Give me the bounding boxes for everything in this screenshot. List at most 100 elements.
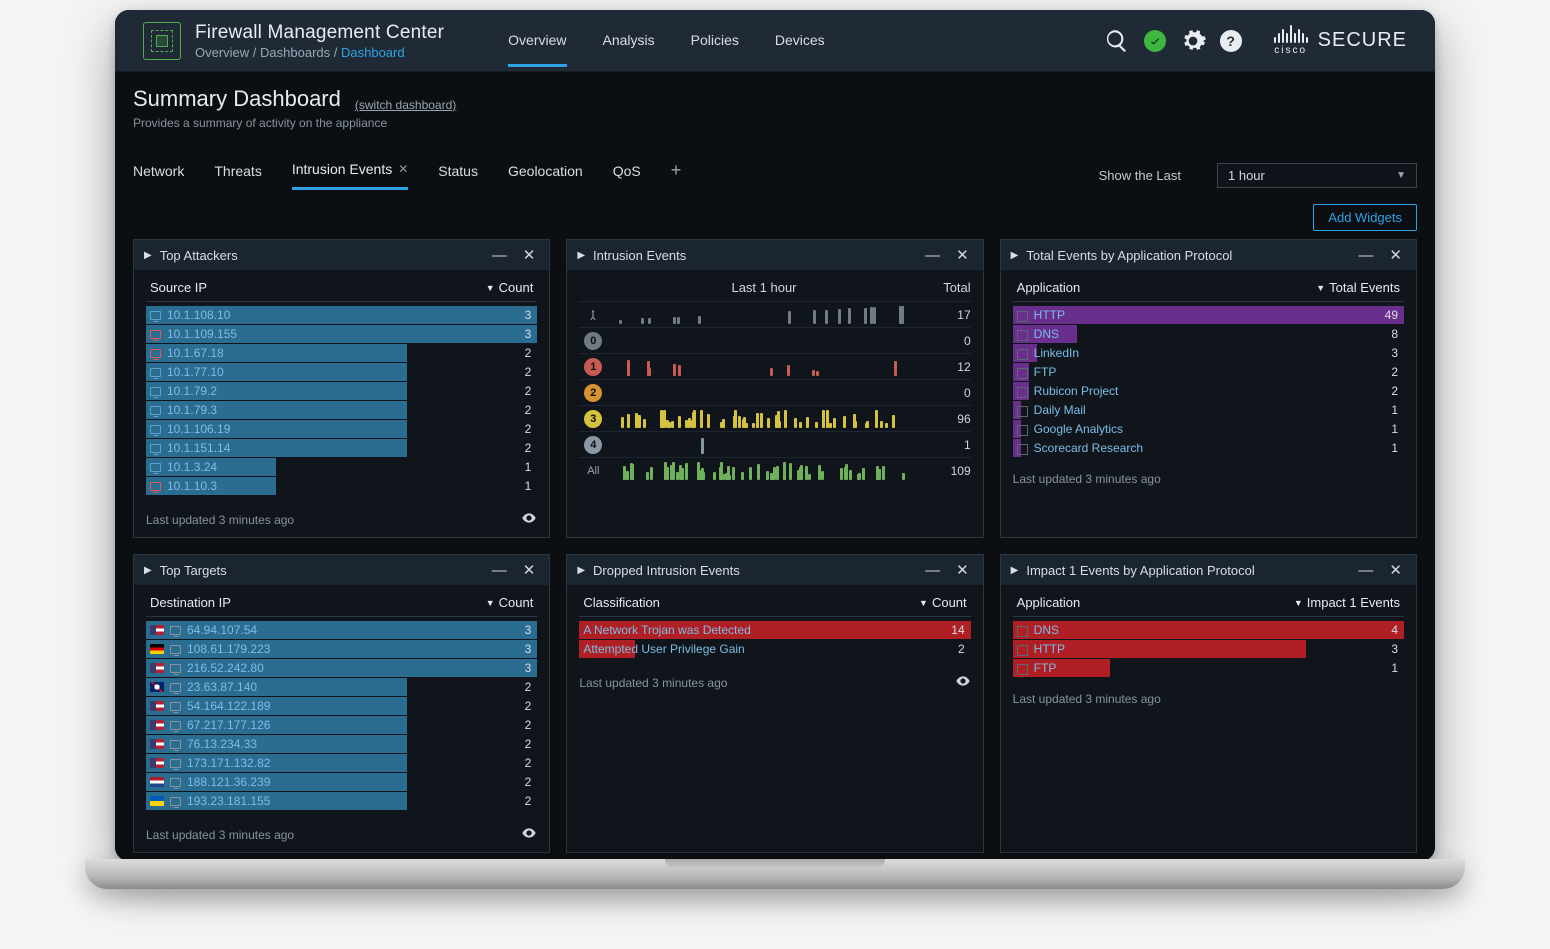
app-link[interactable]: DNS xyxy=(1034,623,1059,637)
row-checkbox[interactable] xyxy=(1017,330,1028,341)
row-checkbox[interactable] xyxy=(1017,311,1028,322)
ip-link[interactable]: 10.1.151.14 xyxy=(167,441,230,455)
sort-desc-icon[interactable]: ▼ xyxy=(486,598,495,608)
table-row[interactable]: 10.1.10.31 xyxy=(146,477,537,495)
app-link[interactable]: Rubicon Project xyxy=(1034,384,1119,398)
table-row[interactable]: 67.217.177.1262 xyxy=(146,716,537,734)
timeline-row[interactable]: 396 xyxy=(579,405,970,431)
row-checkbox[interactable] xyxy=(1017,349,1028,360)
table-row[interactable]: DNS8 xyxy=(1013,325,1404,343)
collapse-icon[interactable]: ▶ xyxy=(577,565,585,576)
ip-link[interactable]: 108.61.179.223 xyxy=(187,642,270,656)
app-link[interactable]: Scorecard Research xyxy=(1034,441,1143,455)
table-row[interactable]: 10.1.67.182 xyxy=(146,344,537,362)
breadcrumb[interactable]: Overview / Dashboards / Dashboard xyxy=(195,45,444,60)
col-classification[interactable]: Classification xyxy=(583,595,660,610)
table-row[interactable]: 54.164.122.1892 xyxy=(146,697,537,715)
app-link[interactable]: FTP xyxy=(1034,365,1057,379)
ip-link[interactable]: 10.1.67.18 xyxy=(167,346,224,360)
timeline-row[interactable]: 20 xyxy=(579,379,970,405)
row-checkbox[interactable] xyxy=(1017,368,1028,379)
row-checkbox[interactable] xyxy=(1017,664,1028,675)
eye-icon[interactable] xyxy=(521,825,537,844)
ip-link[interactable]: 76.13.234.33 xyxy=(187,737,257,751)
row-checkbox[interactable] xyxy=(1017,444,1028,455)
table-row[interactable]: Daily Mail1 xyxy=(1013,401,1404,419)
table-row[interactable]: 10.1.77.102 xyxy=(146,363,537,381)
table-row[interactable]: A Network Trojan was Detected14 xyxy=(579,621,970,639)
ip-link[interactable]: 10.1.109.155 xyxy=(167,327,237,341)
table-row[interactable]: FTP2 xyxy=(1013,363,1404,381)
table-row[interactable]: 10.1.106.192 xyxy=(146,420,537,438)
table-row[interactable]: 64.94.107.543 xyxy=(146,621,537,639)
timeline-row[interactable]: All109 xyxy=(579,457,970,483)
close-icon[interactable]: ✕ xyxy=(519,246,540,264)
ip-link[interactable]: 173.171.132.82 xyxy=(187,756,270,770)
col-count[interactable]: Count xyxy=(499,280,534,295)
ip-link[interactable]: 10.1.77.10 xyxy=(167,365,224,379)
time-filter-select[interactable]: 1 hour ▼ xyxy=(1217,163,1417,188)
ip-link[interactable]: 10.1.10.3 xyxy=(167,479,217,493)
table-row[interactable]: 193.23.181.1552 xyxy=(146,792,537,810)
table-row[interactable]: DNS4 xyxy=(1013,621,1404,639)
table-row[interactable]: Rubicon Project2 xyxy=(1013,382,1404,400)
collapse-icon[interactable]: ▶ xyxy=(1011,565,1019,576)
nav-analysis[interactable]: Analysis xyxy=(603,14,655,67)
ip-link[interactable]: 10.1.79.3 xyxy=(167,403,217,417)
ip-link[interactable]: 10.1.3.24 xyxy=(167,460,217,474)
table-row[interactable]: 108.61.179.2233 xyxy=(146,640,537,658)
minimize-icon[interactable]: — xyxy=(488,247,511,264)
close-icon[interactable]: ✕ xyxy=(1385,561,1406,579)
nav-policies[interactable]: Policies xyxy=(691,14,739,67)
sort-desc-icon[interactable]: ▼ xyxy=(1316,283,1325,293)
timeline-row[interactable]: 00 xyxy=(579,327,970,353)
eye-icon[interactable] xyxy=(955,673,971,692)
timeline-row[interactable]: 41 xyxy=(579,431,970,457)
ip-link[interactable]: 10.1.106.19 xyxy=(167,422,230,436)
tab-close-icon[interactable]: ✕ xyxy=(398,162,408,176)
ip-link[interactable]: 193.23.181.155 xyxy=(187,794,270,808)
table-row[interactable]: HTTP49 xyxy=(1013,306,1404,324)
close-icon[interactable]: ✕ xyxy=(952,246,973,264)
sort-desc-icon[interactable]: ▼ xyxy=(486,283,495,293)
app-link[interactable]: HTTP xyxy=(1034,642,1065,656)
ip-link[interactable]: 10.1.108.10 xyxy=(167,308,230,322)
minimize-icon[interactable]: — xyxy=(1354,247,1377,264)
table-row[interactable]: Google Analytics1 xyxy=(1013,420,1404,438)
sort-desc-icon[interactable]: ▼ xyxy=(1294,598,1303,608)
col-count[interactable]: Count xyxy=(499,595,534,610)
tab-geolocation[interactable]: Geolocation xyxy=(508,161,583,190)
timeline-row[interactable]: 17 xyxy=(579,301,970,327)
table-row[interactable]: 173.171.132.822 xyxy=(146,754,537,772)
app-link[interactable]: Daily Mail xyxy=(1034,403,1086,417)
ip-link[interactable]: 67.217.177.126 xyxy=(187,718,270,732)
col-count[interactable]: Count xyxy=(932,595,967,610)
col-total-events[interactable]: Total Events xyxy=(1329,280,1400,295)
table-row[interactable]: 10.1.79.32 xyxy=(146,401,537,419)
ip-link[interactable]: 10.1.79.2 xyxy=(167,384,217,398)
table-row[interactable]: 10.1.151.142 xyxy=(146,439,537,457)
add-tab-icon[interactable]: + xyxy=(671,160,682,191)
col-destination-ip[interactable]: Destination IP xyxy=(150,595,231,610)
app-link[interactable]: FTP xyxy=(1034,661,1057,675)
table-row[interactable]: 10.1.109.1553 xyxy=(146,325,537,343)
ip-link[interactable]: 23.63.87.140 xyxy=(187,680,257,694)
breadcrumb-l2[interactable]: Dashboards xyxy=(260,45,330,60)
row-checkbox[interactable] xyxy=(1017,387,1028,398)
nav-overview[interactable]: Overview xyxy=(508,14,566,67)
table-row[interactable]: 10.1.3.241 xyxy=(146,458,537,476)
table-row[interactable]: Scorecard Research1 xyxy=(1013,439,1404,457)
table-row[interactable]: 216.52.242.803 xyxy=(146,659,537,677)
ip-link[interactable]: 188.121.36.239 xyxy=(187,775,270,789)
row-checkbox[interactable] xyxy=(1017,406,1028,417)
collapse-icon[interactable]: ▶ xyxy=(144,565,152,576)
tab-qos[interactable]: QoS xyxy=(613,161,641,190)
collapse-icon[interactable]: ▶ xyxy=(1011,250,1019,261)
tab-intrusion-events[interactable]: Intrusion Events✕ xyxy=(292,161,408,190)
col-application[interactable]: Application xyxy=(1017,595,1081,610)
nav-devices[interactable]: Devices xyxy=(775,14,825,67)
app-link[interactable]: DNS xyxy=(1034,327,1059,341)
sort-desc-icon[interactable]: ▼ xyxy=(919,598,928,608)
col-source-ip[interactable]: Source IP xyxy=(150,280,207,295)
table-row[interactable]: 23.63.87.1402 xyxy=(146,678,537,696)
